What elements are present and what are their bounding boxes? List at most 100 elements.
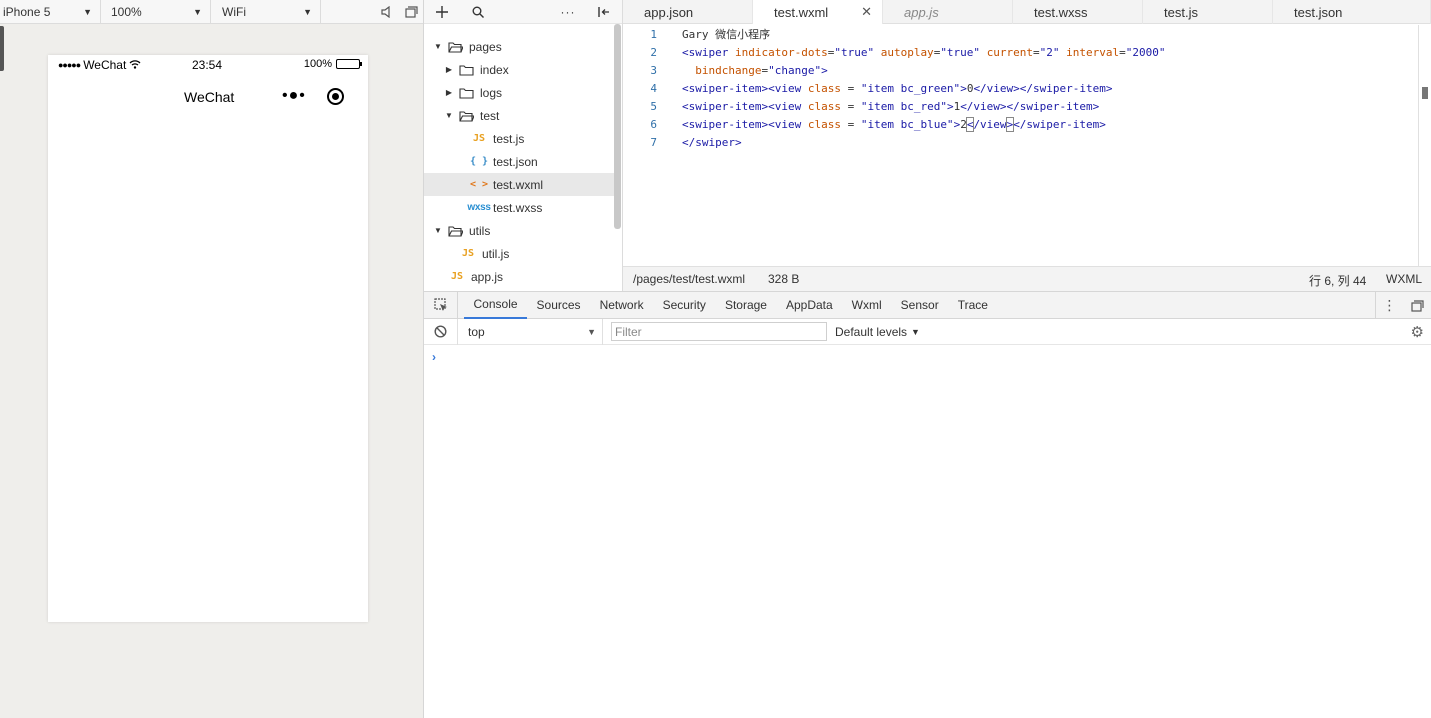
- folder-icon: [455, 64, 477, 76]
- tree-file-app-js[interactable]: JS app.js: [424, 265, 614, 288]
- tab-label: test.json: [1294, 4, 1343, 20]
- tree-file-test-js[interactable]: JS test.js: [424, 127, 614, 150]
- code-line: 3 bindchange="change">: [623, 61, 1418, 79]
- code-token: "true": [834, 45, 875, 59]
- more-options-icon[interactable]: ···: [550, 0, 586, 24]
- tree-file-test-wxss[interactable]: wxss test.wxss: [424, 196, 614, 219]
- console-prompt[interactable]: ›: [432, 350, 436, 364]
- phone-status-bar: ●●●●● WeChat 23:54 100%: [48, 55, 368, 75]
- detach-window-icon[interactable]: [399, 0, 423, 24]
- tree-file-util-js[interactable]: JS util.js: [424, 242, 614, 265]
- console-filter-input[interactable]: [611, 322, 827, 341]
- code-token: Gary 微信小程序: [682, 28, 771, 41]
- simulator-panel: iPhone 5 ▼ 100% ▼ WiFi ▼ ●●●●● WeChat 23…: [0, 0, 424, 718]
- tab-label: AppData: [785, 298, 833, 312]
- undock-icon[interactable]: [1403, 292, 1431, 319]
- tree-file-test-wxml[interactable]: < > test.wxml: [424, 173, 614, 196]
- log-levels-select[interactable]: Default levels ▼: [835, 325, 920, 339]
- search-icon[interactable]: [460, 0, 496, 24]
- code-token: autoplay: [880, 45, 934, 59]
- editor-tab-test-wxml[interactable]: test.wxml ✕: [753, 0, 883, 24]
- tree-folder-pages[interactable]: ▼ pages: [424, 35, 614, 58]
- inspect-element-icon[interactable]: [424, 291, 458, 319]
- editor-tab-test-wxss[interactable]: test.wxss: [1013, 0, 1143, 24]
- file-tree-panel: ··· ▼ pages ▶ index ▶ logs ▼ test JS tes…: [424, 0, 623, 291]
- expanded-arrow-icon: ▼: [445, 111, 453, 120]
- tree-item-label: pages: [469, 39, 502, 54]
- network-select[interactable]: WiFi ▼: [211, 0, 321, 24]
- tab-sensor[interactable]: Sensor: [891, 292, 948, 319]
- tab-trace[interactable]: Trace: [948, 292, 997, 319]
- tab-label: Sensor: [900, 298, 939, 312]
- tab-wxml[interactable]: Wxml: [842, 292, 891, 319]
- code-text-area[interactable]: 1 Gary 微信小程序 2 <swiper indicator-dots="t…: [623, 25, 1418, 266]
- tab-appdata[interactable]: AppData: [776, 292, 842, 319]
- language-mode[interactable]: WXML: [1386, 272, 1422, 286]
- tab-console[interactable]: Console: [464, 292, 528, 319]
- close-tab-icon[interactable]: ✕: [861, 4, 872, 20]
- status-time: 23:54: [192, 58, 223, 72]
- code-token: current: [986, 45, 1034, 59]
- wifi-icon: [129, 58, 141, 72]
- tree-folder-logs[interactable]: ▶ logs: [424, 81, 614, 104]
- line-number: 5: [650, 99, 657, 113]
- add-icon[interactable]: [424, 0, 460, 24]
- wxss-file-icon: wxss: [467, 202, 491, 213]
- tree-item-label: test.json: [493, 154, 538, 169]
- kebab-menu-icon[interactable]: ⋮: [1375, 292, 1403, 319]
- context-select[interactable]: top ▼: [458, 318, 603, 345]
- code-token: </swiper-item>: [1006, 99, 1100, 113]
- code-token: </swiper-item>: [1013, 117, 1106, 131]
- resize-handle[interactable]: [0, 26, 4, 71]
- editor-tab-app-json[interactable]: app.json: [623, 0, 753, 24]
- tree-folder-index[interactable]: ▶ index: [424, 58, 614, 81]
- folder-icon: [455, 87, 477, 99]
- json-file-icon: { }: [469, 156, 489, 167]
- tree-folder-utils[interactable]: ▼ utils: [424, 219, 614, 242]
- scrollbar-thumb[interactable]: [1422, 87, 1428, 99]
- tree-item-label: logs: [480, 85, 503, 100]
- tab-sources[interactable]: Sources: [527, 292, 590, 319]
- code-token: </swiper>: [682, 135, 742, 149]
- tree-item-label: test: [480, 108, 500, 123]
- code-token: class: [807, 117, 841, 131]
- tab-network[interactable]: Network: [590, 292, 653, 319]
- chevron-down-icon: ▼: [193, 6, 202, 17]
- editor-tab-test-json[interactable]: test.json: [1273, 0, 1431, 24]
- phone-nav-bar: WeChat •●•: [48, 75, 368, 117]
- tree-file-test-json[interactable]: { } test.json: [424, 150, 614, 173]
- tab-storage[interactable]: Storage: [715, 292, 776, 319]
- tab-security[interactable]: Security: [653, 292, 715, 319]
- device-select[interactable]: iPhone 5 ▼: [0, 0, 101, 24]
- tree-folder-test[interactable]: ▼ test: [424, 104, 614, 127]
- tree-item-label: app.js: [471, 269, 504, 284]
- code-token: <swiper-item><view: [682, 81, 802, 95]
- file-path: /pages/test/test.wxml: [633, 272, 746, 286]
- mute-icon[interactable]: [375, 0, 399, 24]
- tab-label: Console: [473, 297, 518, 311]
- code-token: </swiper-item>: [1019, 81, 1113, 95]
- collapse-panel-icon[interactable]: [586, 0, 622, 24]
- zoom-select[interactable]: 100% ▼: [101, 0, 211, 24]
- editor-scrollbar[interactable]: [1418, 25, 1431, 266]
- code-token: class: [807, 99, 841, 113]
- phone-screen: ●●●●● WeChat 23:54 100% WeChat •●•: [48, 55, 368, 622]
- editor-tab-app-js[interactable]: app.js: [883, 0, 1013, 24]
- simulator-toolbar: iPhone 5 ▼ 100% ▼ WiFi ▼: [0, 0, 423, 24]
- nav-title: WeChat: [184, 89, 235, 105]
- folder-open-icon: [455, 110, 477, 122]
- code-line: 4 <swiper-item><view class = "item bc_gr…: [623, 79, 1418, 97]
- cursor-position[interactable]: 行 6, 列 44: [1309, 272, 1366, 289]
- folder-open-icon: [444, 225, 466, 237]
- code-token: interval: [1066, 45, 1120, 59]
- tab-label: Sources: [536, 298, 581, 312]
- gear-icon[interactable]: ⚙: [1411, 323, 1424, 341]
- line-number: 1: [650, 27, 657, 41]
- code-token: "item bc_blue": [860, 117, 954, 131]
- code-token: "change": [768, 63, 822, 77]
- more-icon[interactable]: •●•: [282, 87, 306, 105]
- file-tree-scrollbar[interactable]: [614, 24, 621, 229]
- editor-tab-test-js[interactable]: test.js: [1143, 0, 1273, 24]
- clear-console-icon[interactable]: [424, 318, 458, 345]
- close-miniprogram-icon[interactable]: [327, 88, 344, 105]
